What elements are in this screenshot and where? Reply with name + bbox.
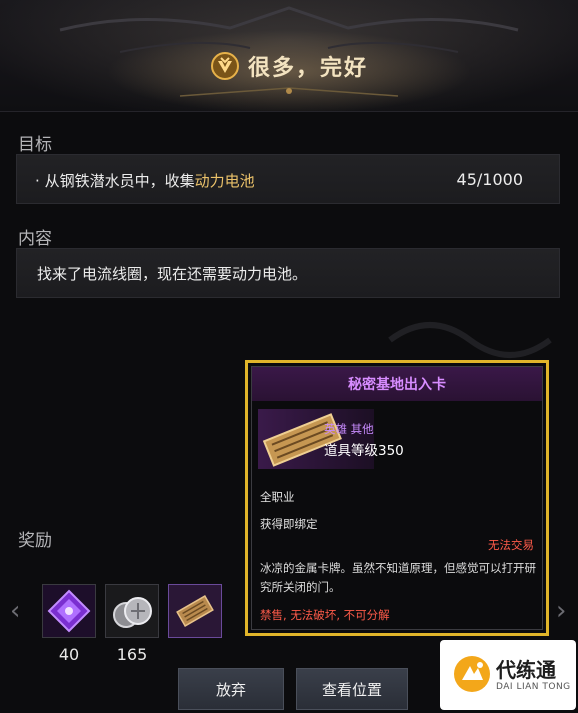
objective-label: 目标 (18, 135, 52, 155)
rewards-prev-arrow-icon[interactable]: ‹ (10, 596, 20, 626)
objective-progress: 45/1000 (456, 170, 523, 189)
restriction-indestructible: 无法破坏 (290, 608, 337, 622)
watermark-brand-sub: DAI LIAN TONG (496, 682, 571, 692)
quest-emblem-icon (210, 52, 239, 80)
objective-panel: · 从钢铁潜水员中，收集动力电池 45/1000 (16, 154, 560, 204)
brand-logo-icon (454, 656, 490, 692)
objective-target-item: 动力电池 (194, 172, 255, 190)
restriction-no-dismantle: 不可分解 (343, 608, 390, 622)
item-tooltip-inner: 秘密基地出入卡 英雄 其他 道具等级350 全职业 获得即绑定 无法交易 冰凉的… (251, 366, 543, 630)
watermark-logo: 代练通 DAI LIAN TONG (440, 640, 576, 710)
quest-title-bar: 很多，完好 (0, 46, 578, 86)
tooltip-item-name: 秘密基地出入卡 (252, 367, 542, 401)
abandon-button[interactable]: 放弃 (178, 668, 284, 710)
silver-coins-icon (106, 585, 158, 637)
watermark-brand: 代练通 (496, 658, 556, 682)
tooltip-item-level: 道具等级350 (324, 443, 404, 459)
tooltip-description-line2: 究所关闭的门。 (260, 580, 341, 594)
reward-slot-crystal[interactable] (42, 584, 96, 638)
view-location-button[interactable]: 查看位置 (296, 668, 408, 710)
tooltip-binding: 获得即绑定 (260, 517, 318, 531)
purple-crystal-icon (43, 585, 95, 637)
content-text: 找来了电流线圈，现在还需要动力电池。 (37, 265, 308, 283)
tooltip-restrictions: 禁售, 无法破坏, 不可分解 (260, 607, 390, 623)
quest-title: 很多，完好 (247, 56, 368, 81)
rewards-label: 奖励 (18, 531, 52, 551)
access-card-icon (169, 585, 221, 637)
reward-count-coins: 165 (116, 645, 148, 664)
reward-count-crystal: 40 (58, 645, 80, 664)
reward-slot-coins[interactable] (105, 584, 159, 638)
objective-text: 从钢铁潜水员中，收集 (44, 172, 195, 190)
content-label: 内容 (18, 229, 52, 249)
tooltip-trade-status: 无法交易 (488, 538, 534, 552)
objective-row: · 从钢铁潜水员中，收集动力电池 (35, 170, 255, 191)
reward-slot-card[interactable] (168, 584, 222, 638)
rewards-next-arrow-icon[interactable]: › (556, 596, 566, 626)
restriction-no-sell: 禁售 (260, 608, 283, 622)
item-tooltip: 秘密基地出入卡 英雄 其他 道具等级350 全职业 获得即绑定 无法交易 冰凉的… (245, 360, 549, 636)
content-panel: 找来了电流线圈，现在还需要动力电池。 (16, 248, 560, 298)
tooltip-class-requirement: 全职业 (260, 490, 295, 504)
tooltip-item-grade: 英雄 其他 (324, 422, 374, 436)
restriction-separator: , (336, 608, 344, 622)
quest-header: 很多，完好 (0, 0, 578, 112)
tooltip-description-line1: 冰凉的金属卡牌。虽然不知道原理，但感觉可以打开研 (260, 561, 536, 575)
objective-bullet: · (35, 172, 40, 190)
